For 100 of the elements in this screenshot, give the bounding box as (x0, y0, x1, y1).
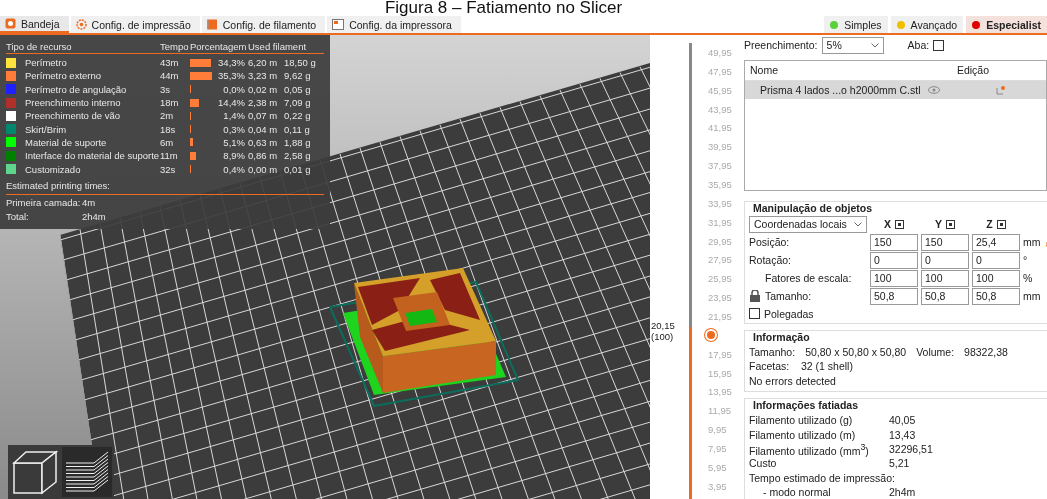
infill-dropdown[interactable]: 5% (821, 36, 884, 54)
tick-label: 33,95 (707, 196, 733, 211)
tick-label: 45,95 (707, 83, 733, 98)
axis-label: X (884, 218, 891, 231)
tab[interactable]: Config. de impressão (70, 16, 200, 33)
tab[interactable]: Config. de filamento (201, 16, 326, 33)
info-value: 32296,51 (889, 443, 934, 456)
coordinates-dropdown[interactable]: Coordenadas locais (749, 215, 867, 233)
time-value: 6m (160, 136, 175, 148)
time-value: 44m (160, 70, 180, 82)
unit-label: mm (1023, 290, 1041, 303)
value-field[interactable]: 100 (972, 269, 1020, 287)
mode-button[interactable]: Simples (824, 16, 888, 33)
info-label: Tempo estimado de impressão: (749, 471, 896, 484)
tick-label: 9,95 (707, 423, 728, 438)
plate-icon (5, 18, 16, 29)
value-field[interactable]: 0 (972, 251, 1020, 269)
value-field[interactable]: 50,8 (921, 287, 969, 305)
info-label: - modo normal (762, 485, 832, 498)
feature-name: Interface do material de suporte (25, 150, 160, 162)
percent-bar (190, 58, 212, 67)
info-label: Filamento utilizado (g) (749, 414, 854, 427)
info-label: Filamento utilizado (mm$^{3}$) (749, 441, 870, 457)
feature-name: Material de suporte (25, 136, 107, 148)
layers-view-button[interactable] (62, 447, 112, 497)
feature-name: Perímetro (25, 57, 67, 69)
tab[interactable]: Config. da impressora (327, 16, 461, 33)
unit-label: % (1023, 272, 1033, 285)
value-field[interactable]: 50,8 (972, 287, 1020, 305)
chevron-icon (870, 42, 879, 48)
figure-caption: Figura 8 – Fatiamento no Slicer (383, 0, 624, 16)
axis-label: Y (935, 218, 942, 231)
weight-value: 0,22 g (284, 110, 312, 122)
slider-thumb[interactable] (705, 328, 717, 341)
reset-axis-icon[interactable] (996, 219, 1006, 229)
tick-label: 7,95 (707, 441, 728, 456)
tick-label: 27,95 (707, 253, 733, 268)
length-value: 2,38 m (248, 97, 279, 109)
feature-name: Perímetro externo (25, 70, 102, 82)
layer-height-label: 20,15 (651, 319, 675, 331)
tab[interactable]: Bandeja (0, 16, 69, 33)
edit-icon (996, 84, 1007, 95)
value-field[interactable]: 100 (921, 269, 969, 287)
feature-name: Preenchimento de vão (25, 110, 121, 122)
chevron-icon (854, 221, 862, 227)
info-value: 5,21 (889, 457, 911, 470)
value-field[interactable]: 0 (870, 251, 918, 269)
info-value: 50,80 x 50,80 x 50,80 (805, 345, 907, 358)
tick-label: 35,95 (707, 177, 733, 192)
unit-label: ° (1023, 254, 1028, 267)
axis-label: Z (986, 218, 993, 231)
info-value: 40,05 (889, 414, 917, 427)
tick-label: 39,95 (707, 140, 733, 155)
gear-icon (75, 19, 87, 30)
percent-value: 0,0% (222, 83, 246, 95)
lock-icon[interactable] (750, 289, 760, 302)
percent-value: 5,1% (222, 136, 246, 148)
tick-label: 15,95 (707, 366, 733, 381)
percent-bar (190, 71, 212, 80)
column-header: Edição (955, 64, 991, 77)
value-field[interactable]: 150 (870, 233, 918, 251)
tick-label: 47,95 (707, 64, 733, 79)
section-title: Informação (751, 330, 812, 343)
mode-button[interactable]: Avançado (890, 16, 964, 33)
checkbox[interactable] (749, 308, 760, 320)
info-value: 2h4m (889, 485, 917, 498)
printer-icon (332, 19, 345, 30)
percent-bar (190, 138, 194, 147)
percent-bar (190, 98, 199, 107)
column-header: Tempo (160, 40, 190, 52)
percent-value: 14,4% (217, 97, 246, 109)
column-header: Tipo de recurso (6, 40, 73, 52)
section-title: Estimated printing times: (6, 180, 110, 192)
value-field[interactable]: 0 (921, 251, 969, 269)
tick-label: 21,95 (707, 309, 733, 324)
layers-icon (64, 449, 110, 495)
info-label: Tamanho: (749, 345, 796, 358)
feature-name: Customizado (25, 163, 81, 175)
reset-axis-icon[interactable] (946, 219, 955, 229)
percent-value: 35,3% (217, 70, 246, 82)
tick-label: 5,95 (707, 460, 728, 475)
time-value: 18s (160, 123, 177, 135)
value-field[interactable]: 50,8 (870, 287, 918, 305)
time-value: 2m (160, 110, 175, 122)
tick-label: 29,95 (707, 234, 733, 249)
value-field[interactable]: 150 (921, 233, 969, 251)
field-label: Posição: (749, 236, 791, 249)
value-field[interactable]: 25,4 (972, 233, 1020, 251)
mode-button[interactable]: Especialist (966, 16, 1047, 33)
reset-axis-icon[interactable] (895, 219, 904, 229)
value-field[interactable]: 100 (870, 269, 918, 287)
weight-value: 1,88 g (284, 136, 312, 148)
length-value: 0,02 m (248, 83, 279, 95)
percent-value: 0,3% (222, 123, 246, 135)
info-value: 13,43 (889, 428, 917, 441)
info-label: Volume: (916, 345, 955, 358)
percent-value: 0,4% (222, 163, 246, 175)
checkbox[interactable] (933, 39, 945, 51)
unit-label: mm (1023, 236, 1041, 249)
tick-label: 37,95 (707, 159, 733, 174)
